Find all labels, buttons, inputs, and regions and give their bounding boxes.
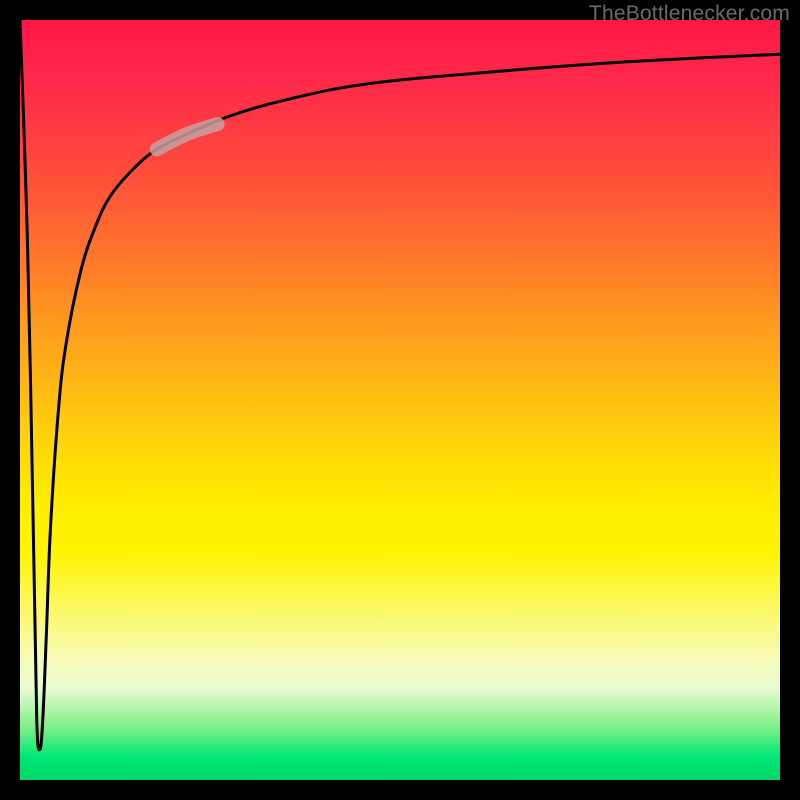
chart-frame: TheBottlenecker.com xyxy=(0,0,800,800)
attribution-label: TheBottlenecker.com xyxy=(589,2,790,26)
curve-highlight-segment xyxy=(157,124,218,149)
curve-svg xyxy=(20,20,780,780)
bottleneck-curve xyxy=(20,20,780,750)
plot-area xyxy=(20,20,780,780)
